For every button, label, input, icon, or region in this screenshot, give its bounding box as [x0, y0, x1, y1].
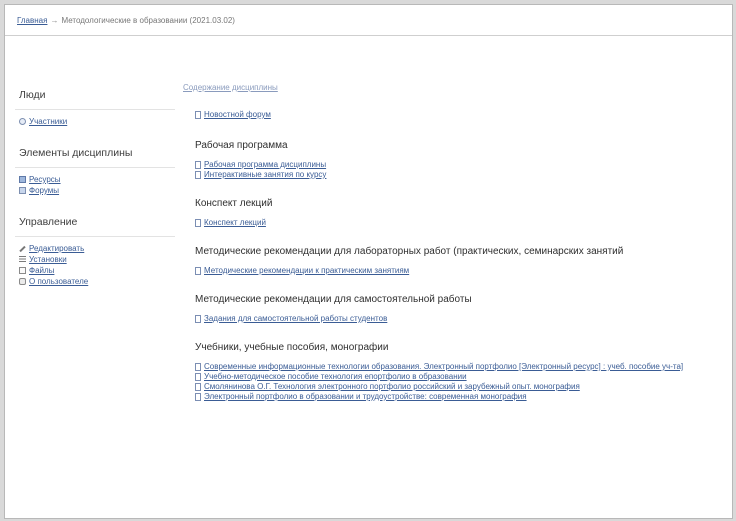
file-icon [195, 383, 201, 391]
sidebar-item-label: Установки [29, 255, 67, 264]
files-icon [19, 267, 26, 274]
section-lecture-notes: Конспект лекций Конспект лекций [183, 198, 723, 228]
sidebar-item-participants[interactable]: Участники [19, 116, 175, 127]
breadcrumb-separator: → [50, 15, 59, 25]
resource-link[interactable]: Рабочая программа дисциплины [195, 160, 723, 170]
sidebar-item-edit[interactable]: Редактировать [19, 243, 175, 254]
edit-icon [19, 245, 26, 252]
link-label: Электронный портфолио в образовании и тр… [204, 392, 527, 401]
link-label: Рабочая программа дисциплины [204, 160, 327, 169]
settings-icon [19, 256, 26, 263]
section-textbooks: Учебники, учебные пособия, монографии Со… [183, 342, 723, 402]
file-icon [195, 373, 201, 381]
sidebar-block-title: Управление [15, 210, 175, 237]
breadcrumb-current: Методологические в образовании (2021.03.… [61, 15, 235, 25]
sidebar-item-label: Редактировать [29, 244, 85, 253]
link-label: Интерактивные занятия по курсу [204, 170, 327, 179]
sidebar-item-files[interactable]: Файлы [19, 265, 175, 276]
link-label: Новостной форум [204, 110, 271, 119]
file-icon [195, 393, 201, 401]
link-label: Конспект лекций [204, 218, 266, 227]
sidebar-block-title: Элементы дисциплины [15, 141, 175, 168]
sidebar-item-label: О пользователе [29, 277, 89, 286]
link-label: Методические рекомендации к практическим… [204, 266, 410, 275]
section-work-program: Рабочая программа Рабочая программа дисц… [183, 140, 723, 180]
link-label: Учебно-методическое пособие технология е… [204, 372, 467, 381]
section-title: Учебники, учебные пособия, монографии [195, 342, 389, 353]
resources-icon [19, 176, 26, 183]
resource-link[interactable]: Смолянинова О.Г. Технология электронного… [195, 382, 723, 392]
section-title: Рабочая программа [195, 140, 288, 151]
link-label: Современные информационные технологии об… [204, 362, 684, 371]
sidebar-block-course-elements: Элементы дисциплины Ресурсы Форумы [15, 141, 175, 196]
people-icon [19, 118, 26, 125]
course-content: Содержание дисциплины Новостной форум Ра… [183, 83, 723, 420]
sidebar-item-label: Ресурсы [29, 175, 61, 184]
link-label: Смолянинова О.Г. Технология электронного… [204, 382, 580, 391]
resource-link[interactable]: Электронный портфолио в образовании и тр… [195, 392, 723, 402]
section-title: Конспект лекций [195, 198, 273, 209]
sidebar: Люди Участники Элементы дисциплины Ресур… [15, 83, 175, 301]
resource-link[interactable]: Современные информационные технологии об… [195, 362, 723, 372]
course-contents-link[interactable]: Содержание дисциплины [183, 83, 723, 92]
sidebar-block-management: Управление Редактировать Установки Файлы… [15, 210, 175, 287]
breadcrumb: Главная → Методологические в образовании… [5, 5, 732, 36]
section-title: Методические рекомендации для самостояте… [195, 294, 472, 305]
resource-link[interactable]: Методические рекомендации к практическим… [195, 266, 723, 276]
file-icon [195, 267, 201, 275]
file-icon [195, 161, 201, 169]
section-lab-guidelines: Методические рекомендации для лабораторн… [183, 246, 723, 276]
sidebar-block-people: Люди Участники [15, 83, 175, 127]
user-profile-icon [19, 278, 26, 285]
resource-link[interactable]: Учебно-методическое пособие технология е… [195, 372, 723, 382]
section-title: Методические рекомендации для лабораторн… [195, 246, 624, 257]
forums-icon [19, 187, 26, 194]
breadcrumb-home-link[interactable]: Главная [17, 16, 47, 25]
file-icon [195, 219, 201, 227]
sidebar-item-settings[interactable]: Установки [19, 254, 175, 265]
file-icon [195, 171, 201, 179]
forum-icon [195, 111, 201, 119]
section-self-study-guidelines: Методические рекомендации для самостояте… [183, 294, 723, 324]
resource-link[interactable]: Конспект лекций [195, 218, 723, 228]
sidebar-block-title: Люди [15, 83, 175, 110]
sidebar-item-label: Участники [29, 117, 68, 126]
file-icon [195, 363, 201, 371]
resource-link[interactable]: Задания для самостоятельной работы студе… [195, 314, 723, 324]
file-icon [195, 315, 201, 323]
sidebar-item-resources[interactable]: Ресурсы [19, 174, 175, 185]
browser-page: Главная → Методологические в образовании… [4, 4, 733, 519]
sidebar-item-label: Файлы [29, 266, 55, 275]
news-forum-link[interactable]: Новостной форум [195, 110, 723, 120]
sidebar-item-label: Форумы [29, 186, 60, 195]
sidebar-item-forums[interactable]: Форумы [19, 185, 175, 196]
resource-link[interactable]: Интерактивные занятия по курсу [195, 170, 723, 180]
sidebar-item-user-profile[interactable]: О пользователе [19, 276, 175, 287]
link-label: Задания для самостоятельной работы студе… [204, 314, 388, 323]
